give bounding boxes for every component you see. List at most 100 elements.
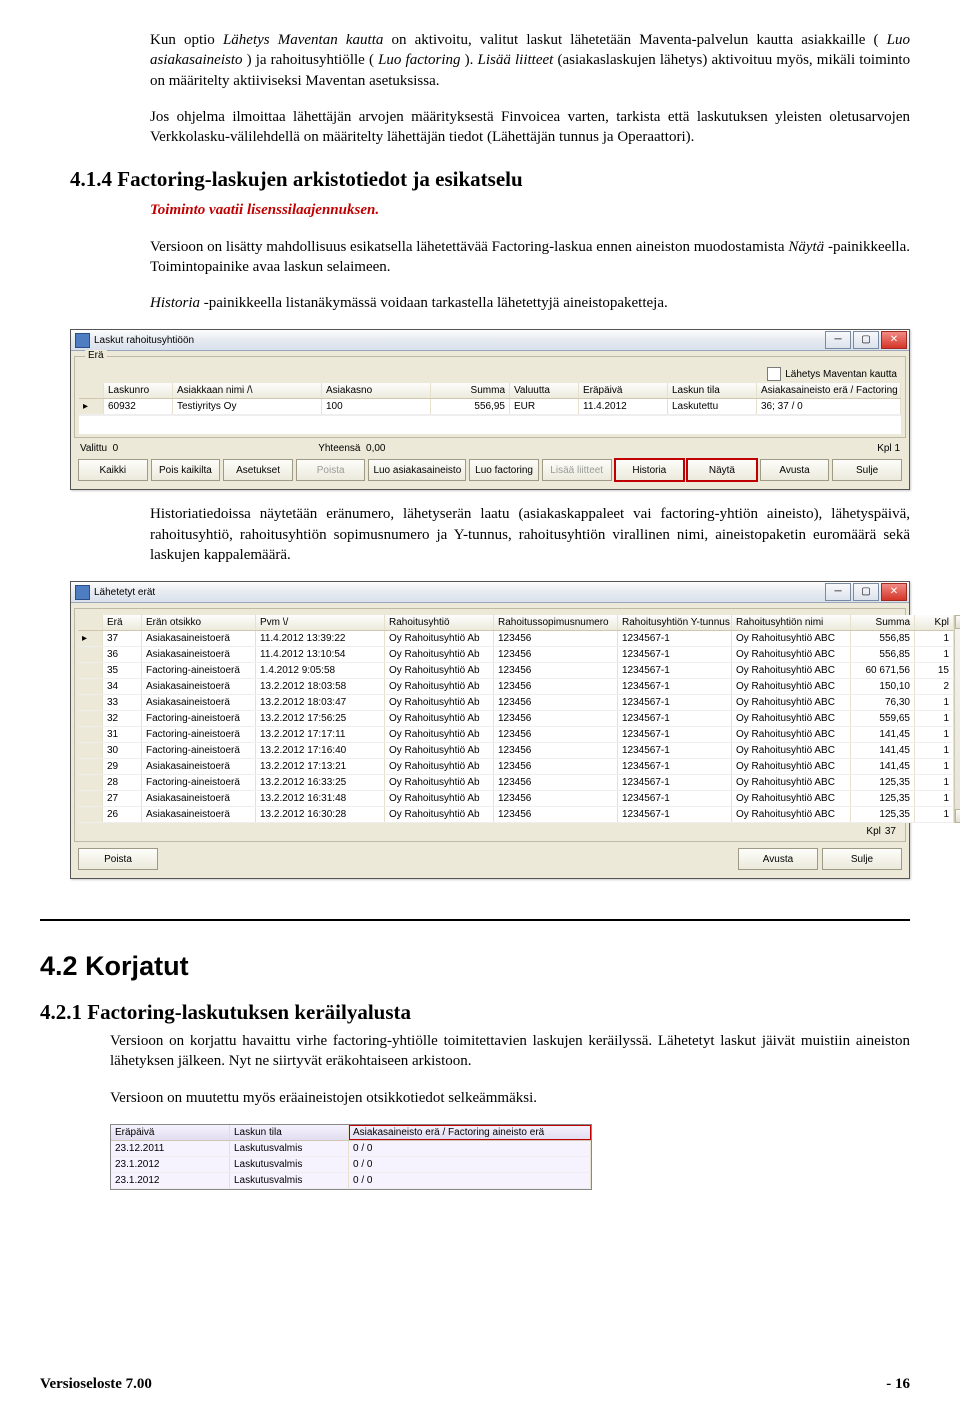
table-row[interactable]: 30Factoring-aineistoerä13.2.2012 17:16:4… [78, 743, 954, 759]
row-selector[interactable] [78, 695, 103, 710]
cell: Oy Rahoitusyhtiö ABC [732, 695, 851, 710]
col-summa[interactable]: Summa [851, 615, 915, 630]
row-selector[interactable] [78, 775, 103, 790]
cell: 1234567-1 [618, 727, 732, 742]
table-row[interactable]: 23.12.2011Laskutusvalmis0 / 0 [111, 1141, 591, 1157]
col-laskunro[interactable]: Laskunro [104, 383, 173, 398]
historia-button[interactable]: Historia [615, 459, 685, 481]
cell: 123456 [494, 775, 618, 790]
cell: 1234567-1 [618, 807, 732, 822]
cell: 35 [103, 663, 142, 678]
scroll-down-icon[interactable]: ▼ [955, 809, 960, 823]
row-selector[interactable] [78, 807, 103, 822]
text-italic: Lisää liitteet [478, 52, 554, 68]
cell: Testiyritys Oy [173, 399, 322, 414]
cell: 11.4.2012 13:39:22 [256, 631, 385, 646]
col-sopimusnumero[interactable]: Rahoitussopimusnumero [494, 615, 618, 630]
col-rahoitusyhtio[interactable]: Rahoitusyhtiö [385, 615, 494, 630]
col-asiakasno[interactable]: Asiakasno [322, 383, 431, 398]
table-row[interactable]: 23.1.2012Laskutusvalmis0 / 0 [111, 1173, 591, 1189]
table-row[interactable]: 26Asiakasaineistoerä13.2.2012 16:30:28Oy… [78, 807, 954, 823]
row-selector[interactable] [78, 679, 103, 694]
row-selector[interactable] [78, 791, 103, 806]
minimize-button[interactable]: ─ [825, 331, 851, 349]
scroll-up-icon[interactable]: ▲ [955, 615, 960, 629]
pois-kaikilta-button[interactable]: Pois kaikilta [151, 459, 221, 481]
col-eran-otsikko[interactable]: Erän otsikko [142, 615, 256, 630]
cell: 13.2.2012 17:16:40 [256, 743, 385, 758]
col-asiakkaan-nimi[interactable]: Asiakkaan nimi /\ [173, 383, 322, 398]
table-row[interactable]: 32Factoring-aineistoerä13.2.2012 17:56:2… [78, 711, 954, 727]
row-selector[interactable] [78, 759, 103, 774]
table-row[interactable]: ▸37Asiakasaineistoerä11.4.2012 13:39:22O… [78, 631, 954, 647]
intro-p1: Kun optio Lähetys Maventan kautta on akt… [150, 30, 910, 91]
sec421-p2: Versioon on muutettu myös eräaineistojen… [110, 1088, 910, 1108]
row-selector[interactable] [78, 711, 103, 726]
row-selector[interactable] [78, 727, 103, 742]
maximize-button[interactable]: ▢ [853, 331, 879, 349]
avusta-button[interactable]: Avusta [738, 848, 818, 870]
table-row[interactable]: 34Asiakasaineistoerä13.2.2012 18:03:58Oy… [78, 679, 954, 695]
close-button[interactable]: ✕ [881, 331, 907, 349]
col-laskun-tila[interactable]: Laskun tila [230, 1125, 349, 1140]
cell: 123456 [494, 759, 618, 774]
row-selector[interactable] [78, 743, 103, 758]
scrollbar[interactable]: ▲ ▼ [954, 615, 960, 823]
minimize-button[interactable]: ─ [825, 583, 851, 601]
cell: 15 [915, 663, 954, 678]
poista-button[interactable]: Poista [296, 459, 366, 481]
luo-asiakasaineisto-button[interactable]: Luo asiakasaineisto [368, 459, 466, 481]
row-selector[interactable] [78, 663, 103, 678]
checkbox-icon[interactable] [767, 367, 781, 381]
col-aineistoera[interactable]: Asiakasaineisto erä / Factoring aineisto… [757, 383, 901, 398]
cell: 123456 [494, 743, 618, 758]
cell: Oy Rahoitusyhtiö Ab [385, 695, 494, 710]
col-nimi[interactable]: Rahoitusyhtiön nimi [732, 615, 851, 630]
grid-header: Laskunro Asiakkaan nimi /\ Asiakasno Sum… [79, 383, 901, 399]
col-erapaiva[interactable]: Eräpäivä [111, 1125, 230, 1140]
avusta-button[interactable]: Avusta [760, 459, 830, 481]
maximize-button[interactable]: ▢ [853, 583, 879, 601]
close-button[interactable]: ✕ [881, 583, 907, 601]
cell: 23.12.2011 [111, 1141, 230, 1156]
cell: Oy Rahoitusyhtiö Ab [385, 759, 494, 774]
table-row[interactable]: 29Asiakasaineistoerä13.2.2012 17:13:21Oy… [78, 759, 954, 775]
lisaa-liitteet-button[interactable]: Lisää liitteet [542, 459, 612, 481]
sulje-button[interactable]: Sulje [822, 848, 902, 870]
cell: Oy Rahoitusyhtiö Ab [385, 743, 494, 758]
table-row[interactable]: 35Factoring-aineistoerä1.4.2012 9:05:58O… [78, 663, 954, 679]
col-valuutta[interactable]: Valuutta [510, 383, 579, 398]
col-aineistoera[interactable]: Asiakasaineisto erä / Factoring aineisto… [349, 1125, 591, 1140]
cell: Oy Rahoitusyhtiö Ab [385, 775, 494, 790]
table-row[interactable]: 36Asiakasaineistoerä11.4.2012 13:10:54Oy… [78, 647, 954, 663]
table-row[interactable]: ▸ 60932 Testiyritys Oy 100 556,95 EUR 11… [79, 399, 901, 415]
screenshot-era-columns: Eräpäivä Laskun tila Asiakasaineisto erä… [110, 1124, 592, 1190]
asetukset-button[interactable]: Asetukset [223, 459, 293, 481]
kaikki-button[interactable]: Kaikki [78, 459, 148, 481]
row-selector[interactable]: ▸ [79, 399, 104, 414]
col-erapaiva[interactable]: Eräpäivä [579, 383, 668, 398]
col-era[interactable]: Erä [103, 615, 142, 630]
col-summa[interactable]: Summa [431, 383, 510, 398]
col-kpl[interactable]: Kpl [915, 615, 954, 630]
cell: 34 [103, 679, 142, 694]
sulje-button[interactable]: Sulje [832, 459, 902, 481]
col-pvm[interactable]: Pvm \/ [256, 615, 385, 630]
row-selector[interactable]: ▸ [78, 631, 103, 646]
table-row[interactable]: 31Factoring-aineistoerä13.2.2012 17:17:1… [78, 727, 954, 743]
value: 37 [885, 826, 896, 837]
poista-button[interactable]: Poista [78, 848, 158, 870]
maventa-checkbox-row[interactable]: Lähetys Maventan kautta [763, 365, 901, 383]
col-laskun-tila[interactable]: Laskun tila [668, 383, 757, 398]
cell: Oy Rahoitusyhtiö ABC [732, 743, 851, 758]
table-row[interactable]: 28Factoring-aineistoerä13.2.2012 16:33:2… [78, 775, 954, 791]
table-row[interactable]: 23.1.2012Laskutusvalmis0 / 0 [111, 1157, 591, 1173]
cell: 556,85 [851, 647, 915, 662]
table-row[interactable]: 33Asiakasaineistoerä13.2.2012 18:03:47Oy… [78, 695, 954, 711]
table-row[interactable]: 27Asiakasaineistoerä13.2.2012 16:31:48Oy… [78, 791, 954, 807]
row-selector[interactable] [78, 647, 103, 662]
col-ytunnus[interactable]: Rahoitusyhtiön Y-tunnus [618, 615, 732, 630]
nayta-button[interactable]: Näytä [687, 459, 757, 481]
luo-factoring-button[interactable]: Luo factoring [469, 459, 539, 481]
cell: 30 [103, 743, 142, 758]
